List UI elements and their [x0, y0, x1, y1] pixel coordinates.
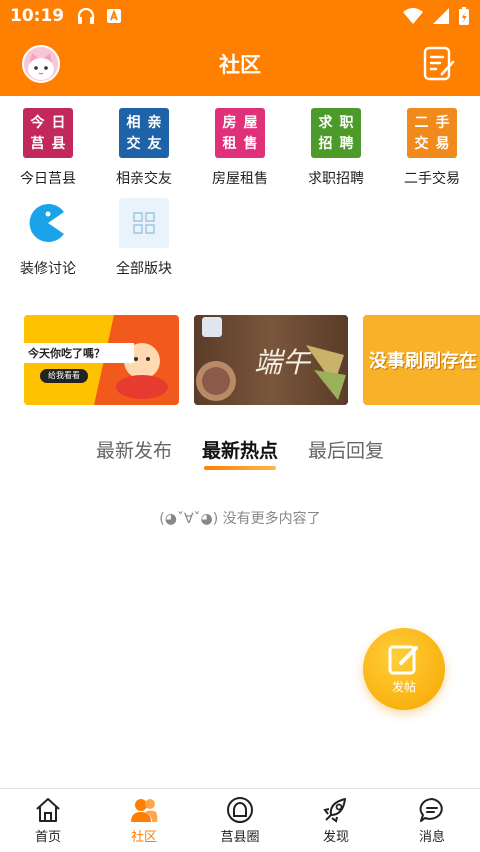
banner-dragon-boat[interactable]: 端午 [194, 315, 348, 405]
category-second-hand[interactable]: 二 手 交 易 二手交易 [384, 108, 480, 188]
new-post-label: 发帖 [391, 680, 416, 694]
category-label: 全部版块 [116, 261, 172, 277]
tab-hot-topics[interactable]: 最新热点 [202, 436, 278, 470]
banner-dragon-boat-text: 端午 [254, 346, 311, 379]
banner-food-button: 给我看看 [48, 371, 80, 380]
category-jobs[interactable]: 求 职 招 聘 求职招聘 [288, 108, 384, 188]
category-renovation[interactable]: 装修讨论 [0, 198, 96, 278]
community-icon [131, 799, 158, 822]
edit-icon [388, 645, 418, 675]
battery-icon [459, 7, 469, 25]
banner-presence[interactable]: 没事刷刷存在 [363, 315, 480, 405]
category-housing[interactable]: 房 屋 租 售 房屋租售 [192, 108, 288, 188]
banner-presence-text: 没事刷刷存在 [369, 351, 477, 372]
notification-a-icon [107, 9, 122, 23]
nav-label: 莒县圈 [220, 830, 260, 845]
second-hand-icon: 二 手 交 易 [407, 108, 457, 158]
nav-discover[interactable]: 发现 [288, 789, 384, 852]
category-label: 求职招聘 [308, 171, 364, 187]
category-label: 相亲交友 [116, 171, 172, 187]
user-avatar[interactable] [22, 45, 60, 83]
nav-juxian-circle[interactable]: 莒县圈 [192, 789, 288, 852]
tab-latest-posts[interactable]: 最新发布 [96, 436, 172, 463]
dating-icon: 相 亲 交 友 [119, 108, 169, 158]
feed-tabs: 最新发布 最新热点 最后回复 [0, 436, 480, 470]
nav-label: 消息 [418, 830, 445, 845]
today-juxian-icon: 今 日 莒 县 [23, 108, 73, 158]
category-dating[interactable]: 相 亲 交 友 相亲交友 [96, 108, 192, 188]
app-screen: 10:19 社区 今 日 莒 县 今日莒县 相 亲 交 友 相亲交友 房 屋 租… [0, 0, 480, 852]
banner-carousel[interactable]: 今天你吃了嗎？ 给我看看 端午 没事刷刷存在 [0, 315, 480, 405]
top-header: 社区 [0, 32, 480, 96]
category-label: 房屋租售 [212, 171, 268, 187]
bottom-nav: 首页 社区 莒县圈 发现 消息 [0, 788, 480, 852]
wifi-icon [403, 8, 423, 24]
nav-label: 社区 [130, 830, 157, 845]
status-bar: 10:19 [0, 0, 480, 32]
home-icon [36, 798, 60, 822]
grid-icon [119, 198, 169, 248]
housing-icon: 房 屋 租 售 [215, 108, 265, 158]
category-all-boards[interactable]: 全部版块 [96, 198, 192, 278]
pacman-icon [23, 198, 73, 248]
new-post-button[interactable]: 发帖 [363, 628, 445, 710]
nav-label: 首页 [34, 830, 61, 845]
signal-icon [433, 8, 449, 24]
rocket-icon [323, 798, 346, 823]
category-label: 装修讨论 [20, 261, 76, 277]
compose-icon[interactable] [422, 46, 456, 82]
banner-food[interactable]: 今天你吃了嗎？ 给我看看 [24, 315, 179, 405]
banner-food-headline: 今天你吃了嗎？ [24, 343, 134, 363]
jobs-icon: 求 职 招 聘 [311, 108, 361, 158]
empty-state-text: (◕ˇ∀ˇ◕) 没有更多内容了 [159, 511, 321, 527]
circle-icon [227, 797, 253, 823]
nav-messages[interactable]: 消息 [384, 789, 480, 852]
tab-last-reply[interactable]: 最后回复 [308, 436, 384, 463]
nav-home[interactable]: 首页 [0, 789, 96, 852]
headphones-icon [78, 7, 95, 24]
page-title: 社区 [219, 53, 261, 77]
chat-icon [419, 798, 443, 822]
avatar-cat-icon [28, 53, 54, 80]
status-time: 10:19 [10, 6, 65, 26]
category-today-juxian[interactable]: 今 日 莒 县 今日莒县 [0, 108, 96, 188]
nav-label: 发现 [322, 830, 349, 845]
category-label: 二手交易 [404, 171, 460, 187]
category-label: 今日莒县 [20, 171, 76, 187]
nav-community[interactable]: 社区 [96, 789, 192, 852]
